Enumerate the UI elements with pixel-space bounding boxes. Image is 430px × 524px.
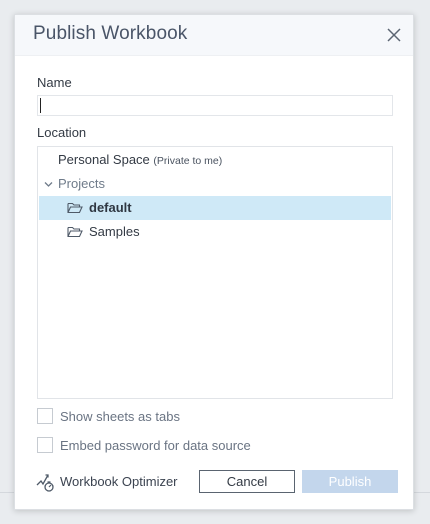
- embed-password-checkbox[interactable]: [37, 437, 53, 453]
- personal-space-note: (Private to me): [153, 155, 223, 167]
- dialog-title: Publish Workbook: [33, 23, 188, 44]
- dialog-header: Publish Workbook: [15, 15, 413, 56]
- embed-password-label: Embed password for data source: [60, 438, 251, 453]
- location-tree[interactable]: Personal Space (Private to me) Projects …: [37, 146, 393, 399]
- folder-label-default: default: [89, 200, 132, 215]
- workbook-optimizer-label: Workbook Optimizer: [60, 474, 178, 489]
- tree-item-projects[interactable]: Projects: [39, 172, 391, 196]
- show-sheets-as-tabs-label: Show sheets as tabs: [60, 409, 180, 424]
- publish-button[interactable]: Publish: [302, 470, 398, 493]
- chevron-down-icon[interactable]: [44, 181, 53, 188]
- folder-open-icon: [67, 202, 83, 214]
- publish-workbook-dialog: Publish Workbook Name Location Personal …: [14, 14, 414, 510]
- name-input[interactable]: [37, 95, 393, 116]
- tree-item-samples[interactable]: Samples: [39, 220, 391, 244]
- tree-item-default[interactable]: default: [39, 196, 391, 220]
- folder-label-samples: Samples: [89, 224, 140, 239]
- close-icon[interactable]: [385, 26, 403, 44]
- text-caret: [40, 98, 41, 113]
- folder-open-icon: [67, 226, 83, 238]
- cancel-button[interactable]: Cancel: [199, 470, 295, 493]
- name-label: Name: [37, 75, 72, 90]
- personal-space-label: Personal Space: [58, 152, 150, 167]
- projects-label: Projects: [58, 176, 105, 191]
- show-sheets-as-tabs-checkbox[interactable]: [37, 408, 53, 424]
- tree-item-personal-space[interactable]: Personal Space (Private to me): [39, 148, 391, 172]
- workbook-optimizer-icon: [36, 474, 54, 492]
- location-label: Location: [37, 125, 87, 140]
